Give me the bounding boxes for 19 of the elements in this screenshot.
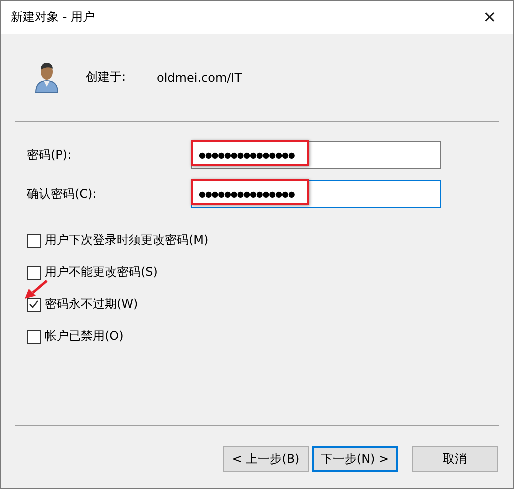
created-in-label: 创建于: bbox=[86, 69, 128, 86]
wizard-button[interactable]: 取消 bbox=[412, 446, 498, 472]
window-title: 新建对象 - 用户 bbox=[11, 9, 95, 26]
user-icon bbox=[33, 62, 61, 94]
checkbox-label[interactable]: 用户不能更改密码(S) bbox=[45, 264, 158, 281]
checkbox[interactable] bbox=[27, 234, 41, 248]
checkbox-label[interactable]: 用户下次登录时须更改密码(M) bbox=[45, 232, 209, 249]
checkbox[interactable] bbox=[27, 330, 41, 344]
password-field[interactable]: ●●●●●●●●●●●●●●● bbox=[191, 141, 441, 169]
checkbox[interactable] bbox=[27, 266, 41, 280]
checkbox[interactable] bbox=[27, 298, 41, 312]
container-path: oldmei.com/IT bbox=[157, 70, 242, 84]
field-label: 确认密码(C): bbox=[27, 186, 98, 202]
wizard-button[interactable]: 下一步(N) > bbox=[312, 446, 398, 472]
password-field[interactable]: ●●●●●●●●●●●●●●● bbox=[191, 180, 441, 208]
checkbox-label[interactable]: 帐户已禁用(O) bbox=[45, 328, 124, 345]
checkbox-label[interactable]: 密码永不过期(W) bbox=[45, 296, 138, 313]
field-label: 密码(P): bbox=[27, 146, 73, 164]
wizard-button[interactable]: < 上一步(B) bbox=[223, 446, 309, 472]
